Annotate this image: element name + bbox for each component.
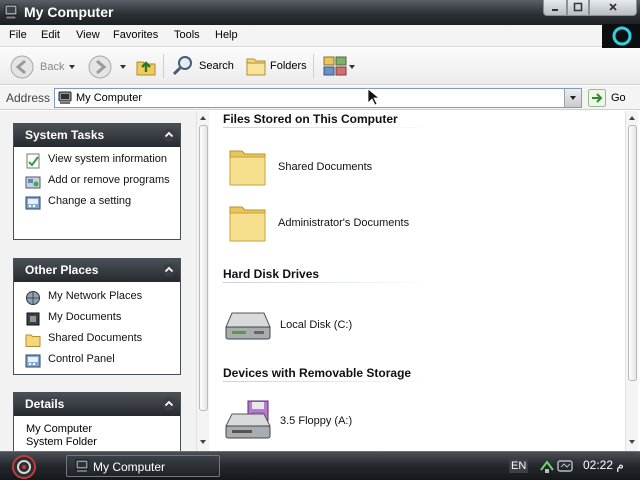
- search-icon: [172, 56, 192, 76]
- start-orb-icon: [12, 455, 36, 479]
- content-area: Files Stored on This Computer Shared Doc…: [210, 111, 625, 451]
- address-value: My Computer: [76, 92, 143, 104]
- control-panel-icon: [25, 196, 41, 210]
- forward-button[interactable]: [88, 55, 112, 79]
- network-places-icon: [26, 291, 40, 305]
- details-text: My Computer System Folder: [26, 423, 97, 448]
- mouse-cursor: [367, 88, 381, 109]
- network-tray-icon[interactable]: [539, 458, 555, 474]
- group-divider: [223, 127, 433, 128]
- task-pane-scrollbar[interactable]: [196, 111, 209, 451]
- taskbar: My Computer EN 02:22 م: [0, 451, 640, 480]
- folder-icon: [229, 206, 266, 242]
- scroll-up-arrow[interactable]: [200, 116, 206, 120]
- group-divider: [223, 381, 433, 382]
- views-dropdown-arrow[interactable]: [349, 65, 355, 69]
- close-button[interactable]: [589, 0, 637, 16]
- back-arrow-icon: [10, 55, 34, 79]
- address-bar: Address My Computer Go: [0, 86, 640, 110]
- details-header[interactable]: Details: [14, 393, 180, 416]
- system-info-icon: [26, 153, 40, 169]
- scroll-down-arrow[interactable]: [629, 440, 635, 444]
- windows-logo: [602, 24, 640, 48]
- other-places-header[interactable]: Other Places: [14, 259, 180, 282]
- menu-bar: File Edit View Favorites Tools Help: [0, 25, 640, 47]
- content-scrollbar[interactable]: [625, 111, 638, 451]
- menu-view[interactable]: View: [76, 29, 100, 41]
- forward-arrow-icon: [88, 55, 112, 79]
- menu-help[interactable]: Help: [215, 29, 238, 41]
- address-dropdown-button[interactable]: [564, 89, 581, 107]
- search-button[interactable]: Search: [172, 55, 234, 77]
- group-hdd-title: Hard Disk Drives: [223, 267, 320, 281]
- back-button[interactable]: Back: [10, 55, 64, 79]
- go-button[interactable]: Go: [588, 89, 626, 107]
- toolbar: Back Search Folders: [0, 48, 640, 85]
- collapse-icon[interactable]: [162, 263, 176, 277]
- collapse-icon[interactable]: [162, 128, 176, 142]
- group-divider: [223, 282, 433, 283]
- task-change-setting[interactable]: Change a setting: [25, 195, 174, 211]
- add-remove-programs-icon: [25, 176, 41, 189]
- address-field[interactable]: My Computer: [54, 88, 582, 108]
- group-files-title: Files Stored on This Computer: [223, 112, 398, 126]
- folder-icon: [25, 334, 41, 347]
- menu-edit[interactable]: Edit: [41, 29, 60, 41]
- menu-tools[interactable]: Tools: [174, 29, 200, 41]
- control-panel-icon: [25, 354, 41, 368]
- scroll-thumb[interactable]: [199, 125, 208, 411]
- forward-dropdown-arrow[interactable]: [120, 65, 126, 69]
- computer-icon: [75, 459, 89, 472]
- place-my-network-places[interactable]: My Network Places: [25, 290, 174, 306]
- place-control-panel[interactable]: Control Panel: [25, 353, 174, 369]
- other-places-panel: Other Places My Network Places My Docume…: [13, 258, 181, 375]
- details-panel: Details My Computer System Folder: [13, 392, 181, 451]
- views-button[interactable]: [323, 56, 347, 76]
- group-removable-title: Devices with Removable Storage: [223, 366, 412, 380]
- place-my-documents[interactable]: My Documents: [25, 311, 174, 327]
- collapse-icon[interactable]: [162, 397, 176, 411]
- computer-icon: [4, 4, 18, 20]
- folder-icon: [229, 150, 266, 186]
- task-view-system-information[interactable]: View system information: [25, 153, 174, 169]
- views-icon: [323, 56, 347, 76]
- toolbar-separator: [313, 54, 314, 78]
- back-dropdown-arrow[interactable]: [69, 65, 75, 69]
- title-bar: My Computer: [0, 0, 640, 25]
- taskbar-item-my-computer[interactable]: My Computer: [66, 455, 220, 477]
- item-administrators-documents[interactable]: Administrator's Documents: [226, 201, 409, 245]
- window-title: My Computer: [24, 4, 114, 20]
- scroll-up-arrow[interactable]: [629, 116, 635, 120]
- maximize-button[interactable]: [567, 0, 589, 16]
- go-arrow-icon: [588, 89, 606, 107]
- language-indicator[interactable]: EN: [509, 459, 529, 473]
- item-shared-documents[interactable]: Shared Documents: [226, 145, 372, 189]
- place-shared-documents[interactable]: Shared Documents: [25, 332, 174, 348]
- task-add-remove-programs[interactable]: Add or remove programs: [25, 174, 174, 190]
- floppy-drive-icon: [225, 400, 271, 439]
- computer-icon: [58, 91, 72, 104]
- my-documents-icon: [26, 312, 40, 326]
- clock[interactable]: 02:22 م: [583, 458, 624, 472]
- scroll-thumb[interactable]: [628, 125, 637, 381]
- toolbar-separator: [163, 54, 164, 78]
- start-button[interactable]: [10, 454, 38, 480]
- item-local-disk-c[interactable]: Local Disk (C:): [224, 307, 352, 343]
- folders-icon: [246, 58, 266, 76]
- up-folder-button[interactable]: [135, 55, 157, 77]
- up-folder-icon: [136, 61, 156, 76]
- hard-disk-icon: [225, 312, 271, 340]
- address-label: Address: [6, 91, 51, 105]
- minimize-button[interactable]: [543, 0, 567, 16]
- menu-file[interactable]: File: [9, 29, 27, 41]
- scroll-down-arrow[interactable]: [200, 440, 206, 444]
- volume-tray-icon[interactable]: [557, 458, 573, 474]
- menu-favorites[interactable]: Favorites: [113, 29, 158, 41]
- item-floppy-a[interactable]: 3.5 Floppy (A:): [224, 400, 352, 442]
- system-tasks-panel: System Tasks View system information Add…: [13, 123, 181, 240]
- task-pane: System Tasks View system information Add…: [0, 111, 196, 451]
- system-tasks-header[interactable]: System Tasks: [14, 124, 180, 147]
- folders-button[interactable]: Folders: [245, 55, 307, 77]
